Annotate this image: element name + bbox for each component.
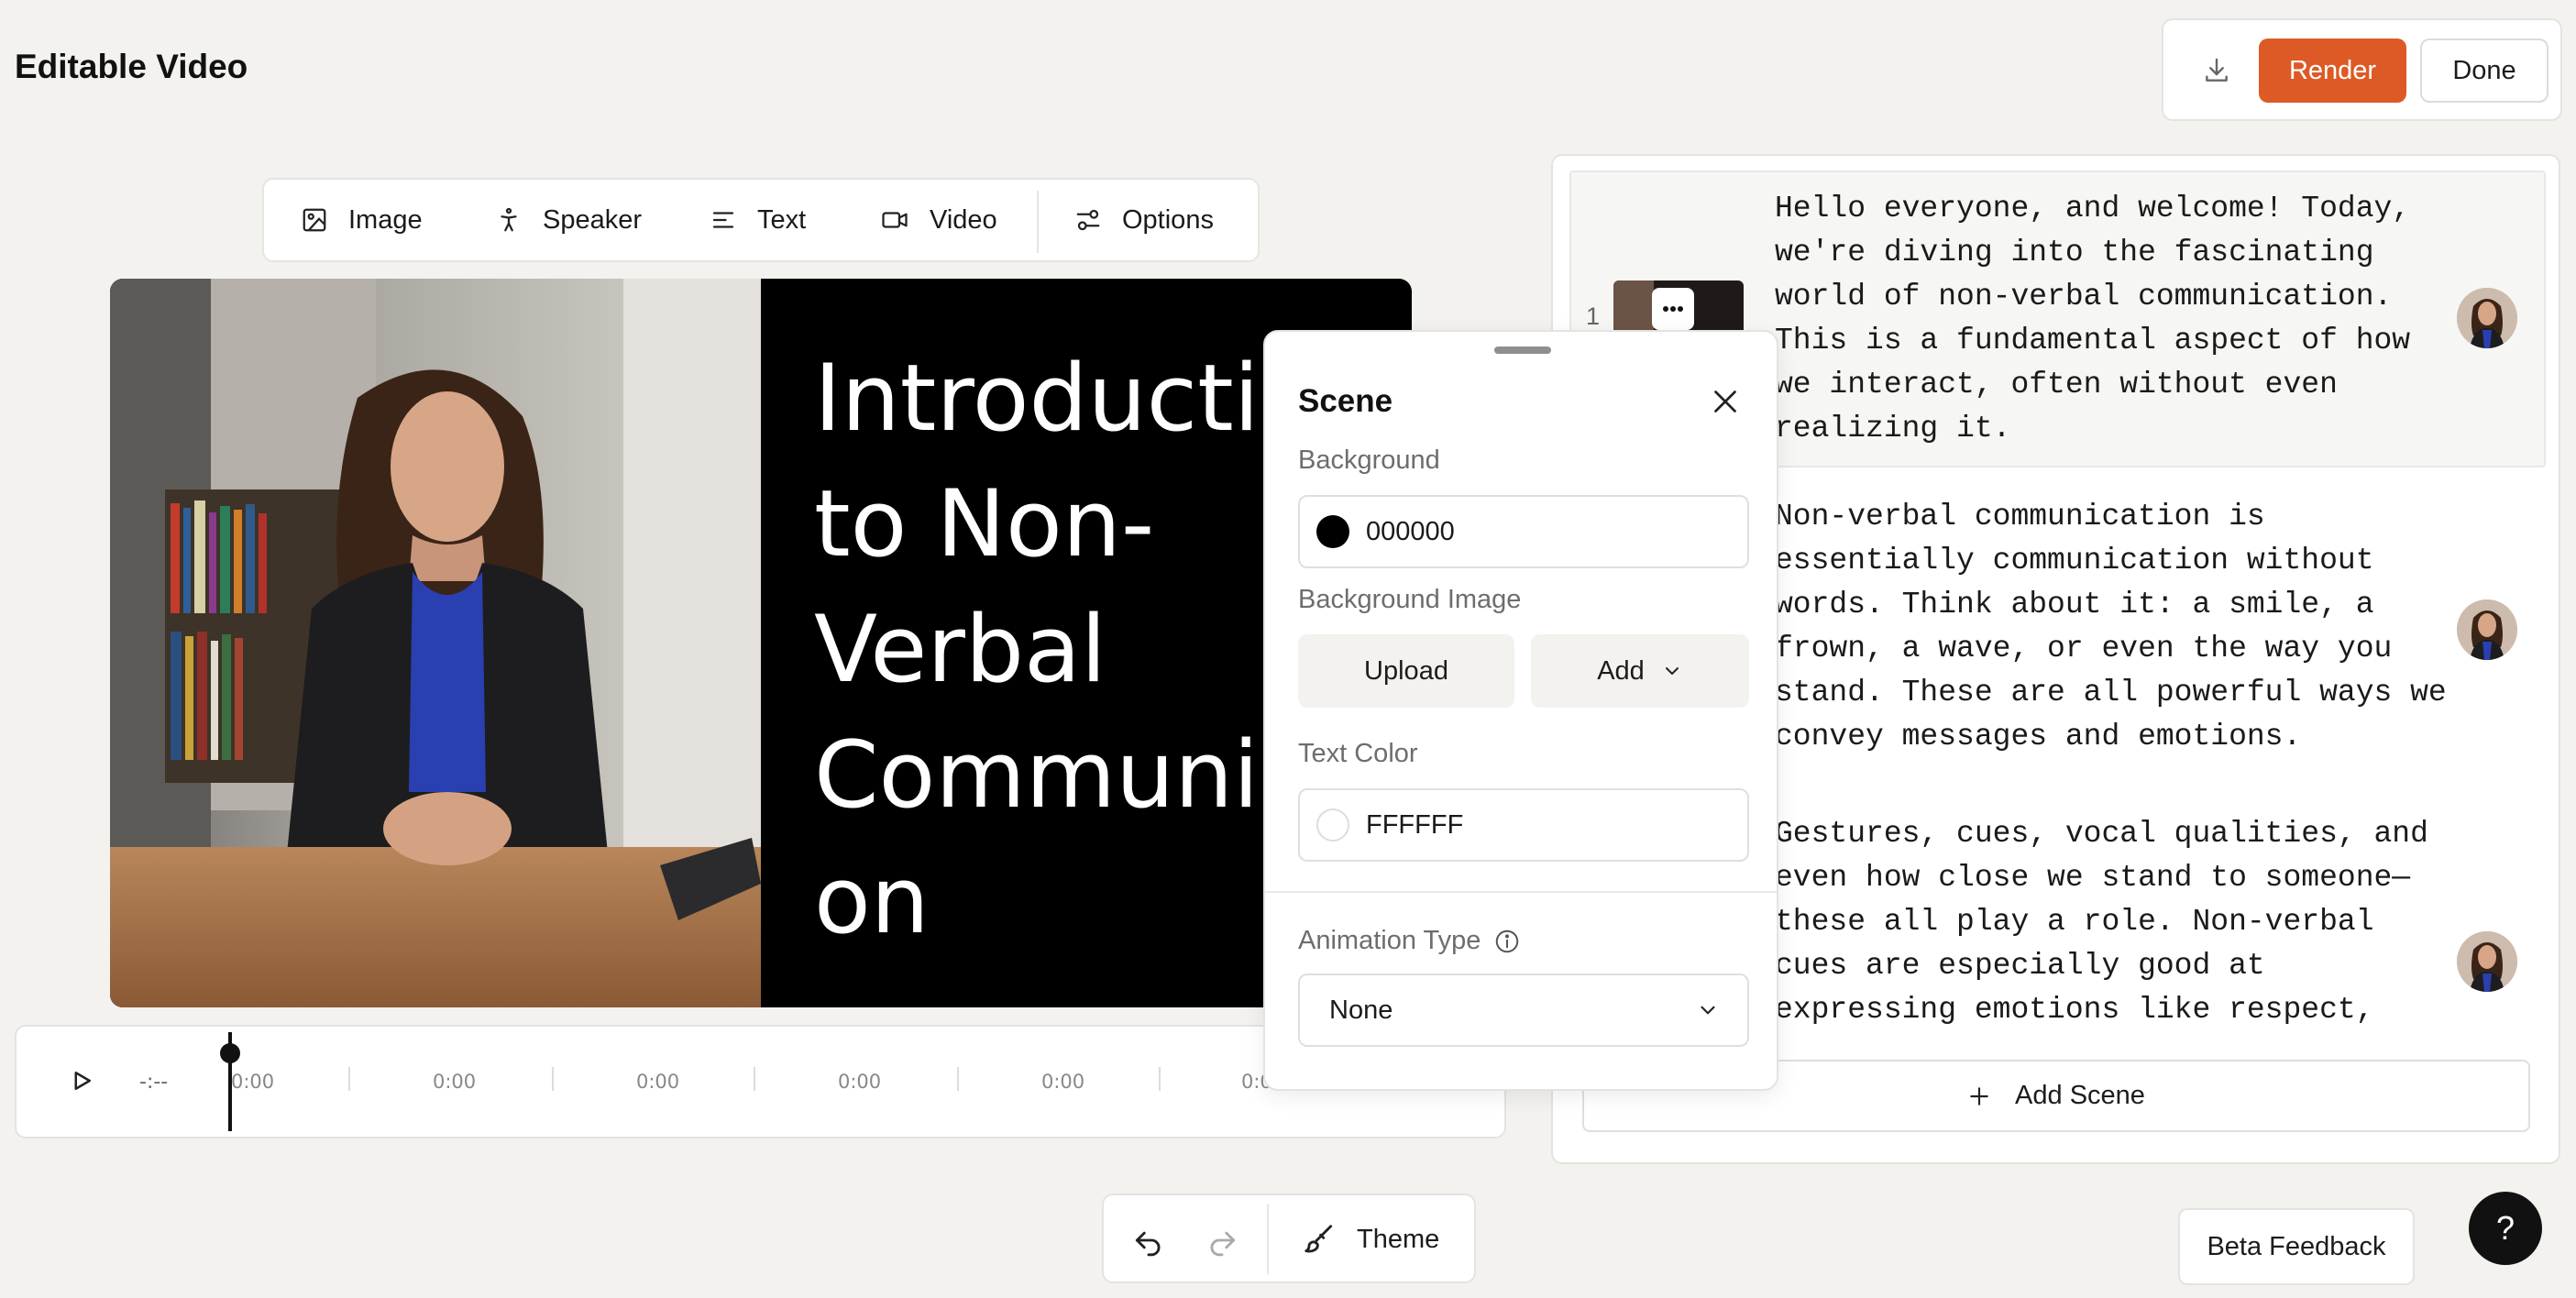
redo-icon bbox=[1205, 1223, 1239, 1258]
options-label: Options bbox=[1122, 204, 1214, 235]
scene-settings-panel: Scene Background 000000 Background Image… bbox=[1263, 330, 1778, 1091]
tick-label: 0:00 bbox=[838, 1071, 882, 1093]
avatar[interactable] bbox=[2457, 288, 2517, 348]
theme-button[interactable]: Theme bbox=[1302, 1195, 1439, 1283]
play-icon bbox=[68, 1067, 95, 1094]
done-button[interactable]: Done bbox=[2420, 38, 2548, 103]
options-icon bbox=[1074, 206, 1102, 234]
panel-title: Scene bbox=[1298, 383, 1393, 419]
chevron-down-icon bbox=[1661, 660, 1683, 682]
text-color-label: Text Color bbox=[1298, 739, 1418, 768]
tick-mark bbox=[348, 1067, 350, 1091]
speaker-label: Speaker bbox=[543, 204, 643, 235]
undo-button[interactable] bbox=[1131, 1223, 1166, 1258]
close-icon bbox=[1709, 385, 1742, 418]
video-icon bbox=[880, 206, 909, 234]
color-swatch[interactable] bbox=[1316, 515, 1349, 548]
scene-script-text[interactable]: Gestures, cues, vocal qualities, and eve… bbox=[1775, 812, 2428, 1065]
tick-label: 0:00 bbox=[636, 1071, 680, 1093]
video-label: Video bbox=[930, 204, 997, 235]
text-label: Text bbox=[757, 204, 807, 235]
video-button[interactable]: Video bbox=[880, 180, 997, 260]
drag-handle[interactable] bbox=[1494, 346, 1551, 354]
plus-icon bbox=[1967, 1084, 1991, 1108]
video-preview[interactable]: Introductio to Non- Verbal Communica on bbox=[110, 279, 1412, 1007]
playhead-handle[interactable] bbox=[220, 1043, 240, 1063]
download-icon bbox=[2202, 56, 2231, 85]
undo-icon bbox=[1131, 1223, 1166, 1258]
avatar[interactable] bbox=[2457, 600, 2517, 660]
speaker-icon bbox=[495, 206, 523, 234]
scene-menu-button[interactable] bbox=[1652, 288, 1694, 330]
background-image-label: Background Image bbox=[1298, 585, 1522, 614]
beta-feedback-button[interactable]: Beta Feedback bbox=[2178, 1208, 2415, 1285]
theme-label: Theme bbox=[1357, 1224, 1440, 1254]
scene-script-text[interactable]: Non-verbal communication is essentially … bbox=[1775, 495, 2447, 759]
tick-mark bbox=[754, 1067, 755, 1091]
tick-mark bbox=[1159, 1067, 1161, 1091]
chevron-down-icon bbox=[1696, 998, 1720, 1022]
animation-type-label: Animation Type bbox=[1298, 926, 1481, 955]
toolbar-divider bbox=[1267, 1204, 1269, 1274]
scene-number: 1 bbox=[1586, 302, 1601, 330]
play-button[interactable] bbox=[68, 1067, 95, 1094]
image-icon bbox=[301, 206, 328, 234]
redo-button[interactable] bbox=[1205, 1223, 1239, 1258]
scene-script-text[interactable]: Hello everyone, and welcome! Today, we'r… bbox=[1775, 187, 2410, 451]
animation-type-value: None bbox=[1329, 995, 1393, 1025]
text-color-field[interactable]: FFFFFF bbox=[1298, 788, 1749, 862]
background-color-field[interactable]: 000000 bbox=[1298, 495, 1749, 568]
speaker-video-frame bbox=[110, 279, 761, 1007]
avatar[interactable] bbox=[2457, 931, 2517, 992]
info-icon[interactable] bbox=[1493, 928, 1521, 955]
tick-label: 0:00 bbox=[231, 1071, 275, 1093]
text-icon bbox=[710, 206, 737, 234]
toolbar-divider bbox=[1037, 191, 1039, 253]
tick-label: 0:00 bbox=[1041, 1071, 1085, 1093]
image-label: Image bbox=[348, 204, 423, 235]
close-button[interactable] bbox=[1709, 385, 1742, 418]
color-swatch[interactable] bbox=[1316, 808, 1349, 842]
text-color-value: FFFFFF bbox=[1366, 809, 1464, 840]
image-button[interactable]: Image bbox=[301, 180, 423, 260]
background-color-value: 000000 bbox=[1366, 516, 1455, 546]
animation-type-select[interactable]: None bbox=[1298, 974, 1749, 1047]
app-title: Editable Video bbox=[15, 48, 248, 85]
animation-type-label-row: Animation Type bbox=[1298, 926, 1521, 956]
download-button[interactable] bbox=[2189, 38, 2244, 103]
more-icon bbox=[1662, 305, 1684, 313]
brush-icon bbox=[1302, 1222, 1337, 1257]
upload-button[interactable]: Upload bbox=[1298, 634, 1514, 708]
text-button[interactable]: Text bbox=[710, 180, 806, 260]
tick-mark bbox=[957, 1067, 959, 1091]
media-toolbar: Image Speaker Text Video Options bbox=[262, 178, 1260, 262]
time-display: -:-- bbox=[139, 1071, 169, 1094]
panel-divider bbox=[1265, 891, 1777, 893]
tick-mark bbox=[552, 1067, 554, 1091]
options-button[interactable]: Options bbox=[1074, 180, 1214, 260]
tick-label: 0:00 bbox=[433, 1071, 477, 1093]
speaker-button[interactable]: Speaker bbox=[495, 180, 642, 260]
add-image-dropdown[interactable]: Add bbox=[1531, 634, 1749, 708]
help-button[interactable]: ? bbox=[2469, 1192, 2542, 1265]
add-scene-label: Add Scene bbox=[2015, 1081, 2145, 1110]
background-label: Background bbox=[1298, 446, 1440, 475]
top-action-bar: Render Done bbox=[2162, 18, 2562, 121]
add-label: Add bbox=[1597, 655, 1645, 686]
render-button[interactable]: Render bbox=[2259, 38, 2406, 103]
bottom-toolbar: Theme bbox=[1102, 1194, 1476, 1283]
